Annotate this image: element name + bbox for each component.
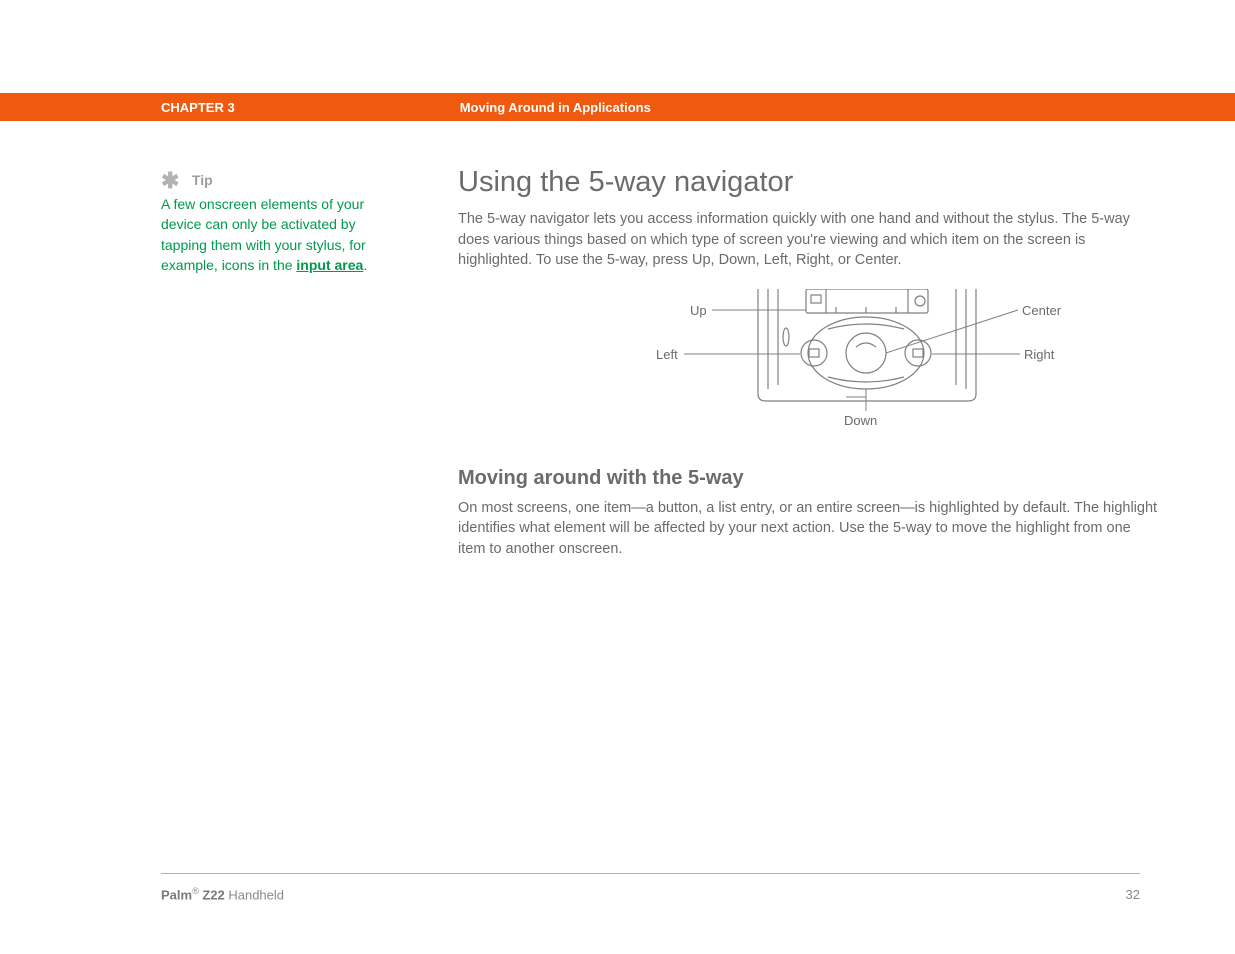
diagram-label-right: Right: [1024, 347, 1054, 362]
diagram-label-up: Up: [690, 303, 707, 318]
footer-rule: [161, 873, 1140, 874]
main-content: Using the 5-way navigator The 5-way navi…: [458, 166, 1158, 559]
navigator-diagram: Up Left Center Right Down: [528, 289, 1088, 439]
section-heading: Moving around with the 5-way: [458, 467, 1158, 490]
page: CHAPTER 3 Moving Around in Applications …: [0, 0, 1235, 954]
asterisk-icon: ✱: [161, 172, 179, 190]
intro-paragraph: The 5-way navigator lets you access info…: [458, 209, 1158, 271]
tip-label: Tip: [192, 172, 213, 188]
input-area-link[interactable]: input area: [296, 257, 363, 273]
model: Z22: [199, 887, 225, 902]
tip-body: A few onscreen elements of your device c…: [161, 194, 399, 275]
diagram-label-down: Down: [844, 413, 877, 428]
tip-header: ✱ Tip: [161, 172, 399, 190]
header-bar: CHAPTER 3 Moving Around in Applications: [0, 93, 1235, 121]
header-inner: CHAPTER 3 Moving Around in Applications: [161, 93, 1140, 121]
brand: Palm: [161, 887, 192, 902]
footer: Palm® Z22 Handheld 32: [161, 886, 1140, 902]
page-number: 32: [1126, 887, 1140, 902]
diagram-label-left: Left: [656, 347, 678, 362]
device-illustration-icon: [528, 289, 1088, 439]
breadcrumb: Moving Around in Applications: [460, 100, 651, 115]
product-suffix: Handheld: [225, 887, 284, 902]
registered-mark: ®: [192, 886, 199, 896]
page-title: Using the 5-way navigator: [458, 166, 1158, 199]
diagram-label-center: Center: [1022, 303, 1061, 318]
product-name: Palm® Z22 Handheld: [161, 886, 284, 902]
tip-text-after: .: [363, 257, 367, 273]
tip-sidebar: ✱ Tip A few onscreen elements of your de…: [161, 172, 399, 275]
section-paragraph: On most screens, one item—a button, a li…: [458, 498, 1158, 560]
chapter-label: CHAPTER 3: [161, 100, 235, 115]
